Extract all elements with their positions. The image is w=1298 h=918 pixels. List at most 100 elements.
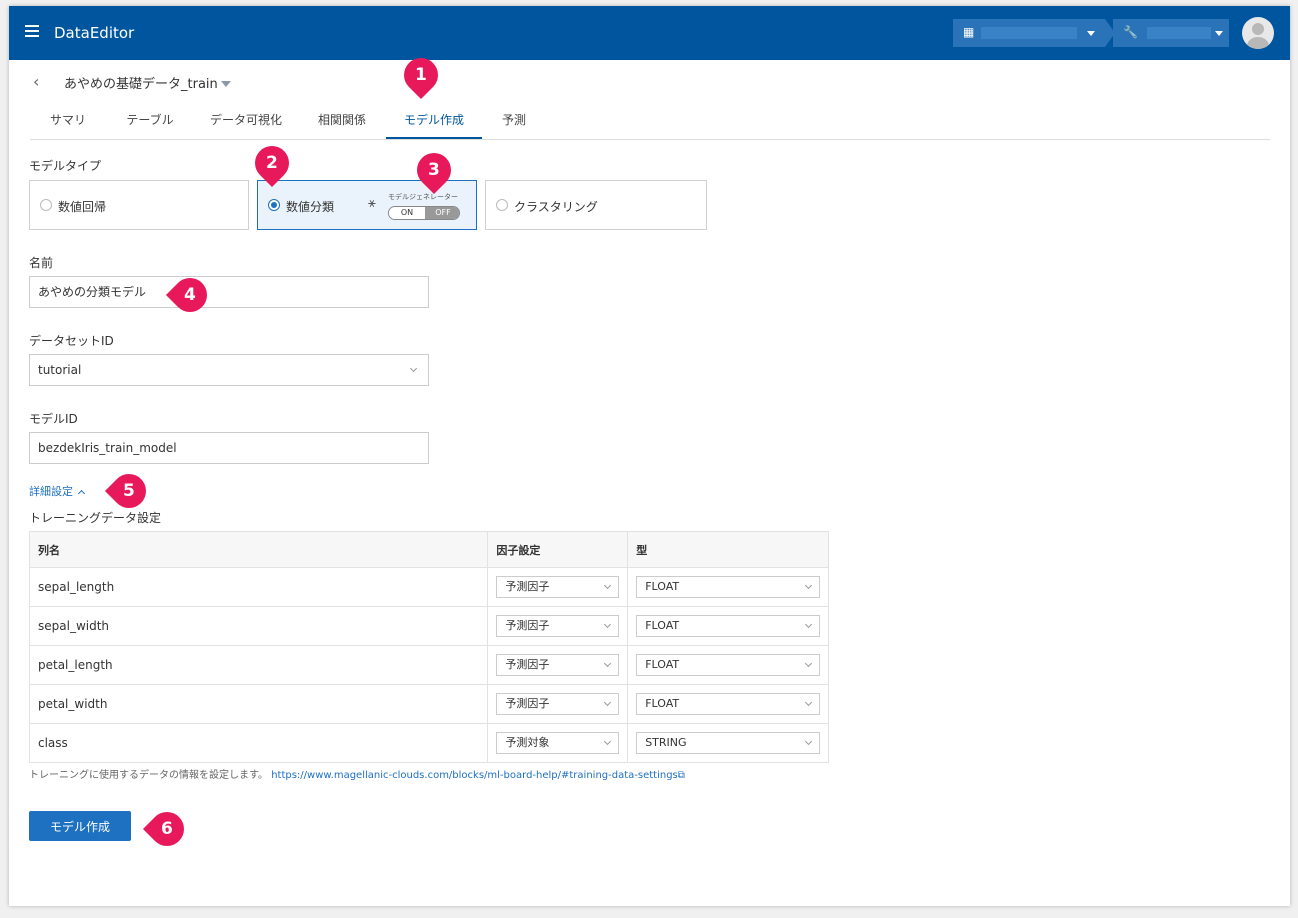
tab-summary[interactable]: サマリ <box>38 102 98 139</box>
organization-selector[interactable]: ▦ <box>953 19 1115 47</box>
factor-select[interactable]: 予測因子 <box>496 615 620 637</box>
chevron-down-icon <box>604 581 612 590</box>
tab-table[interactable]: テーブル <box>114 102 186 139</box>
title-dropdown-icon[interactable] <box>221 81 231 87</box>
step-marker-number: 1 <box>415 65 427 85</box>
name-label: 名前 <box>29 256 54 270</box>
step-marker-5: 5 <box>104 466 154 516</box>
type-select[interactable]: FLOAT <box>636 615 820 637</box>
model-id-input[interactable]: bezdekIris_train_model <box>29 432 429 464</box>
factor-value: 予測因子 <box>505 697 550 710</box>
tab-data-visualization[interactable]: データ可視化 <box>200 102 292 139</box>
model-type-regression[interactable]: 数値回帰 <box>29 180 249 230</box>
type-select[interactable]: STRING <box>636 732 820 754</box>
step-marker-number: 4 <box>184 285 196 305</box>
advanced-settings-toggle[interactable]: 詳細設定 <box>29 483 86 499</box>
organization-name-redacted <box>981 27 1077 39</box>
model-type-clustering[interactable]: クラスタリング <box>485 180 707 230</box>
tab-prediction[interactable]: 予測 <box>492 102 536 139</box>
type-select[interactable]: FLOAT <box>636 654 820 676</box>
model-type-clustering-label: クラスタリング <box>514 200 598 214</box>
user-avatar[interactable] <box>1242 17 1274 49</box>
model-generator-icon: ⚹ <box>368 196 376 211</box>
tab-correlation[interactable]: 相関関係 <box>306 102 378 139</box>
training-data-help-text: トレーニングに使用するデータの情報を設定します。 https://www.mag… <box>29 766 685 781</box>
create-model-button[interactable]: モデル作成 <box>29 811 131 841</box>
chevron-down-icon <box>604 620 612 629</box>
type-value: FLOAT <box>645 697 680 710</box>
page-title: あやめの基礎データ_train <box>64 77 218 92</box>
model-type-classification-label: 数値分類 <box>286 200 335 214</box>
chevron-down-icon <box>804 581 813 590</box>
factor-value: 予測因子 <box>505 658 550 671</box>
name-input[interactable]: あやめの分類モデル <box>29 276 429 308</box>
type-select[interactable]: FLOAT <box>636 693 820 715</box>
step-marker-number: 3 <box>428 160 440 180</box>
dataset-id-select[interactable]: tutorial <box>29 354 429 386</box>
app-window: DataEditor ▦ 🔧 ‹ あやめの基礎データ_train サマリ テーブ… <box>9 6 1290 906</box>
chevron-down-icon <box>604 659 612 668</box>
model-generator-toggle[interactable]: ON OFF <box>388 206 460 220</box>
radio-icon <box>496 199 508 211</box>
chevron-down-icon <box>804 737 813 746</box>
table-row: class 予測対象 STRING <box>28 723 829 763</box>
caret-down-icon <box>1087 31 1095 36</box>
column-name-cell: sepal_length <box>28 567 489 607</box>
dataset-id-label: データセットID <box>29 334 114 348</box>
toggle-on-label: ON <box>389 207 425 219</box>
tool-selector[interactable]: 🔧 <box>1113 19 1229 47</box>
app-title: DataEditor <box>54 24 135 42</box>
factor-select[interactable]: 予測因子 <box>496 654 620 676</box>
hamburger-menu-icon[interactable] <box>25 25 39 37</box>
type-value: STRING <box>645 736 687 749</box>
model-id-label: モデルID <box>29 412 78 426</box>
table-header-row: 列名 因子設定 型 <box>28 531 829 568</box>
chevron-down-icon <box>409 364 418 373</box>
radio-selected-icon <box>268 199 280 211</box>
advanced-settings-label: 詳細設定 <box>29 485 73 498</box>
app-header: DataEditor ▦ 🔧 <box>9 6 1290 60</box>
factor-value: 予測対象 <box>505 736 550 749</box>
factor-value: 予測因子 <box>505 580 550 593</box>
factor-select[interactable]: 予測因子 <box>496 576 620 598</box>
training-data-note: トレーニングに使用するデータの情報を設定します。 <box>29 770 268 781</box>
external-link-icon[interactable]: ⧉ <box>678 770 685 781</box>
factor-value: 予測因子 <box>505 619 550 632</box>
type-value: FLOAT <box>645 619 680 632</box>
step-marker-number: 2 <box>266 153 278 173</box>
table-row: petal_length 予測因子 FLOAT <box>28 645 829 685</box>
wrench-icon: 🔧 <box>1123 25 1138 39</box>
radio-icon <box>40 199 52 211</box>
training-data-table: 列名 因子設定 型 sepal_length 予測因子 FLOAT sepal_… <box>28 531 829 763</box>
chevron-down-icon <box>804 620 813 629</box>
column-name-cell: petal_length <box>28 645 489 685</box>
model-type-label: モデルタイプ <box>29 159 102 173</box>
column-name-cell: class <box>28 723 489 763</box>
table-row: sepal_width 予測因子 FLOAT <box>28 606 829 646</box>
chevron-down-icon <box>604 737 612 746</box>
model-type-regression-label: 数値回帰 <box>58 200 107 214</box>
tab-model-creation[interactable]: モデル作成 <box>386 102 482 139</box>
tab-bar: サマリ テーブル データ可視化 相関関係 モデル作成 予測 <box>30 102 1270 140</box>
caret-down-icon <box>1215 31 1223 36</box>
step-marker-number: 5 <box>123 481 135 501</box>
column-header-type: 型 <box>627 531 829 568</box>
dataset-id-value: tutorial <box>38 363 82 377</box>
training-data-settings-label: トレーニングデータ設定 <box>29 511 162 525</box>
factor-select[interactable]: 予測対象 <box>496 732 620 754</box>
column-header-factor: 因子設定 <box>487 531 629 568</box>
type-select[interactable]: FLOAT <box>636 576 820 598</box>
chevron-down-icon <box>804 659 813 668</box>
tool-name-redacted <box>1147 27 1211 39</box>
building-icon: ▦ <box>963 25 975 39</box>
model-generator-label: モデルジェネレーター <box>388 193 458 201</box>
table-row: petal_width 予測因子 FLOAT <box>28 684 829 724</box>
type-value: FLOAT <box>645 658 680 671</box>
model-type-classification[interactable]: 数値分類 ⚹ モデルジェネレーター ON OFF <box>257 180 477 230</box>
back-arrow-icon[interactable]: ‹ <box>33 72 39 91</box>
column-name-cell: petal_width <box>28 684 489 724</box>
help-link[interactable]: https://www.magellanic-clouds.com/blocks… <box>271 770 678 781</box>
factor-select[interactable]: 予測因子 <box>496 693 620 715</box>
chevron-up-icon <box>77 489 86 498</box>
step-marker-6: 6 <box>142 804 192 854</box>
